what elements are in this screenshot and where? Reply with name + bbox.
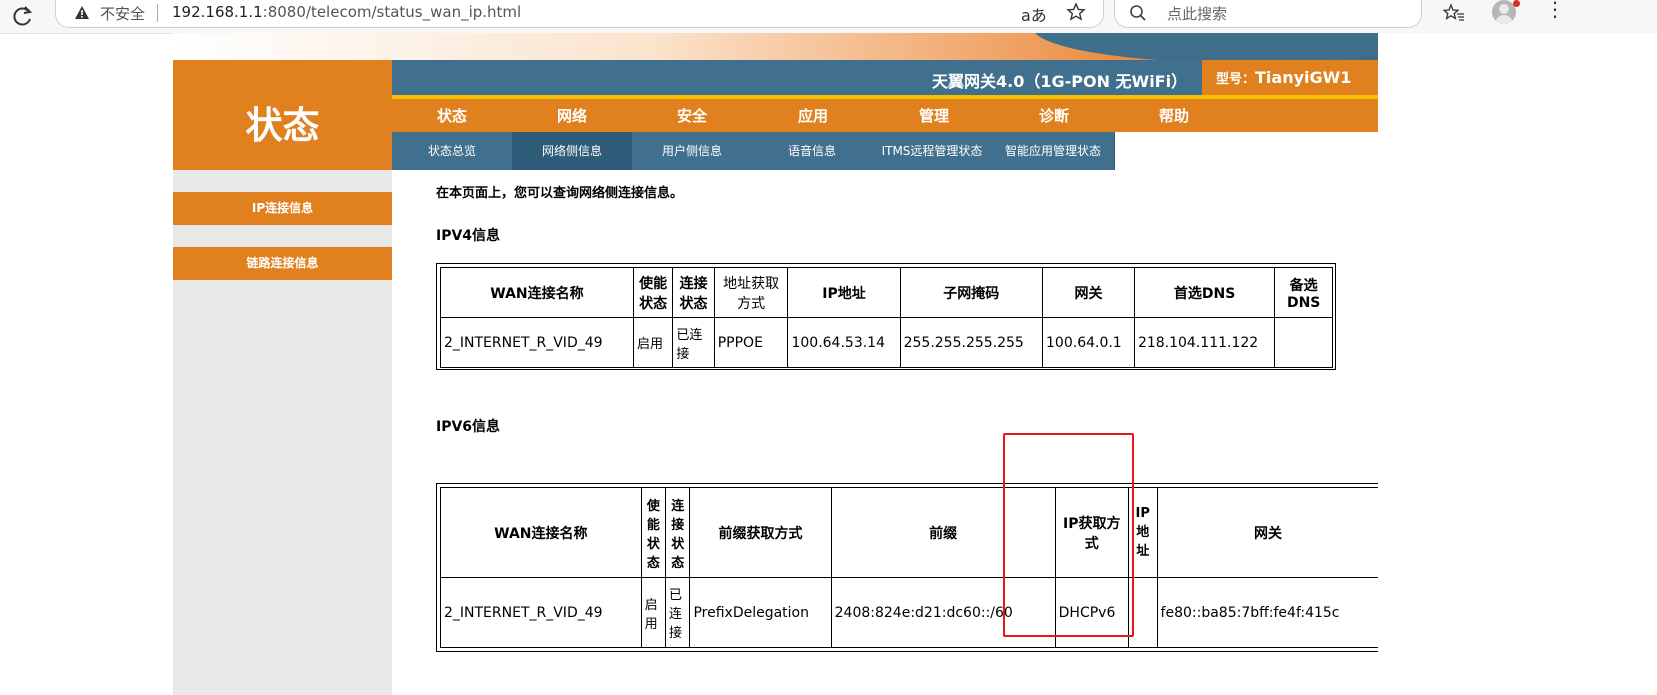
ipv4-cell-wan-name: 2_INTERNET_R_VID_49 <box>440 317 634 368</box>
ipv4-cell-ip: 100.64.53.14 <box>787 317 901 368</box>
ipv4-cell-dns2 <box>1274 317 1333 368</box>
more-menu-icon[interactable]: ⋮ <box>1545 0 1565 19</box>
ipv4-col-dns1: 首选DNS <box>1133 267 1276 318</box>
insecure-label: 不安全 <box>100 5 146 23</box>
ipv4-col-enable: 使能状态 <box>632 267 674 318</box>
nav-security[interactable]: 安全 <box>677 105 707 126</box>
ipv4-section-title: IPV4信息 <box>436 228 501 244</box>
ipv4-cell-gateway: 100.64.0.1 <box>1042 317 1135 368</box>
ipv4-cell-addr-method: PPPOE <box>713 317 789 368</box>
ipv4-col-dns2: 备选DNS <box>1274 267 1333 318</box>
nav-status[interactable]: 状态 <box>437 105 467 126</box>
highlight-box <box>1003 433 1134 637</box>
nav-management[interactable]: 管理 <box>919 105 949 126</box>
top-banner <box>173 33 1378 63</box>
ipv4-cell-enable: 启用 <box>632 317 674 368</box>
ipv4-cell-mask: 255.255.255.255 <box>899 317 1044 368</box>
nav-application[interactable]: 应用 <box>798 105 828 126</box>
ipv6-col-prefix-method: 前缀获取方式 <box>689 487 832 578</box>
ipv4-col-connect: 连接状态 <box>672 267 715 318</box>
sidebar-item-link-connection[interactable]: 链路连接信息 <box>173 247 392 280</box>
ipv6-cell-prefix-method: PrefixDelegation <box>689 577 832 648</box>
main-nav: 状态 网络 安全 应用 管理 诊断 帮助 <box>392 99 1378 132</box>
address-bar[interactable]: 不安全 192.168.1.1:8080/telecom/status_wan_… <box>55 0 1104 28</box>
ipv6-table: WAN连接名称 使能状态 连接状态 前缀获取方式 前缀 IP获取方式 IP地址 … <box>440 487 1378 648</box>
notification-dot <box>1513 0 1520 7</box>
divider <box>157 4 158 22</box>
ipv4-table: WAN连接名称 使能状态 连接状态 地址获取方式 IP地址 子网掩码 网关 首选… <box>440 267 1333 368</box>
page-description: 在本页面上，您可以查询网络侧连接信息。 <box>436 186 684 201</box>
nav-network[interactable]: 网络 <box>557 105 587 126</box>
ipv6-cell-wan-name: 2_INTERNET_R_VID_49 <box>440 577 642 648</box>
search-bar[interactable]: 点此搜索 <box>1114 0 1422 28</box>
tab-network-info[interactable]: 网络侧信息 <box>512 132 633 170</box>
main-content: 在本页面上，您可以查询网络侧连接信息。 IPV4信息 WAN连接名称 使能状态 … <box>392 170 1378 695</box>
ipv4-col-wan-name: WAN连接名称 <box>440 267 634 318</box>
ipv4-col-gateway: 网关 <box>1042 267 1135 318</box>
ipv6-col-connect: 连接状态 <box>665 487 691 578</box>
tab-itms-status[interactable]: ITMS远程管理状态 <box>872 132 993 170</box>
ipv4-col-mask: 子网掩码 <box>899 267 1044 318</box>
url-text[interactable]: 192.168.1.1:8080/telecom/status_wan_ip.h… <box>172 3 521 21</box>
logo-text: 状态 <box>245 104 320 147</box>
search-placeholder: 点此搜索 <box>1167 5 1228 23</box>
ipv6-col-enable: 使能状态 <box>640 487 667 578</box>
url-path: :8080/telecom/status_wan_ip.html <box>262 3 522 21</box>
tab-voice-info[interactable]: 语音信息 <box>752 132 873 170</box>
ipv4-col-addr-method: 地址获取方式 <box>713 267 789 318</box>
ipv6-cell-connect: 已连接 <box>665 577 691 648</box>
ipv6-col-wan-name: WAN连接名称 <box>440 487 642 578</box>
ipv6-cell-enable: 启用 <box>640 577 667 648</box>
model-value: TianyiGW1 <box>1255 68 1352 87</box>
gateway-title: 天翼网关4.0（1G-PON 无WiFi） <box>932 72 1188 91</box>
favorite-star-icon[interactable] <box>1066 2 1086 22</box>
title-bar: 天翼网关4.0（1G-PON 无WiFi） 型号：TianyiGW1 <box>392 60 1378 95</box>
ipv6-cell-gateway: fe80::ba85:7bff:fe4f:415c <box>1156 577 1378 648</box>
sidebar: IP连接信息 链路连接信息 <box>173 170 392 695</box>
ipv4-cell-connect: 已连接 <box>672 317 715 368</box>
url-host: 192.168.1.1 <box>172 3 263 21</box>
ipv4-cell-dns1: 218.104.111.122 <box>1133 317 1276 368</box>
model-box: 型号：TianyiGW1 <box>1202 60 1378 95</box>
sub-nav: 状态总览 网络侧信息 用户侧信息 语音信息 ITMS远程管理状态 智能应用管理状… <box>392 132 1378 170</box>
favorites-list-icon[interactable] <box>1443 2 1465 24</box>
nav-help[interactable]: 帮助 <box>1159 105 1189 126</box>
reload-icon[interactable] <box>10 3 36 29</box>
reader-mode-icon[interactable]: aあ <box>1021 2 1047 26</box>
model-label: 型号： <box>1216 72 1256 87</box>
ipv6-section-title: IPV6信息 <box>436 419 501 435</box>
browser-toolbar: 不安全 192.168.1.1:8080/telecom/status_wan_… <box>0 0 1657 34</box>
warning-icon[interactable] <box>74 5 90 21</box>
tab-status-overview[interactable]: 状态总览 <box>392 132 513 170</box>
tab-user-info[interactable]: 用户侧信息 <box>632 132 753 170</box>
section-logo: 状态 <box>173 60 392 170</box>
tab-smart-app-status[interactable]: 智能应用管理状态 <box>992 132 1115 170</box>
sidebar-item-ip-connection[interactable]: IP连接信息 <box>173 192 392 225</box>
ipv6-col-gateway: 网关 <box>1156 487 1378 578</box>
page-margin <box>1378 33 1657 695</box>
nav-diagnosis[interactable]: 诊断 <box>1039 105 1069 126</box>
search-icon <box>1130 5 1146 21</box>
router-page: 状态 天翼网关4.0（1G-PON 无WiFi） 型号：TianyiGW1 状态… <box>173 33 1378 695</box>
ipv4-col-ip: IP地址 <box>787 267 901 318</box>
